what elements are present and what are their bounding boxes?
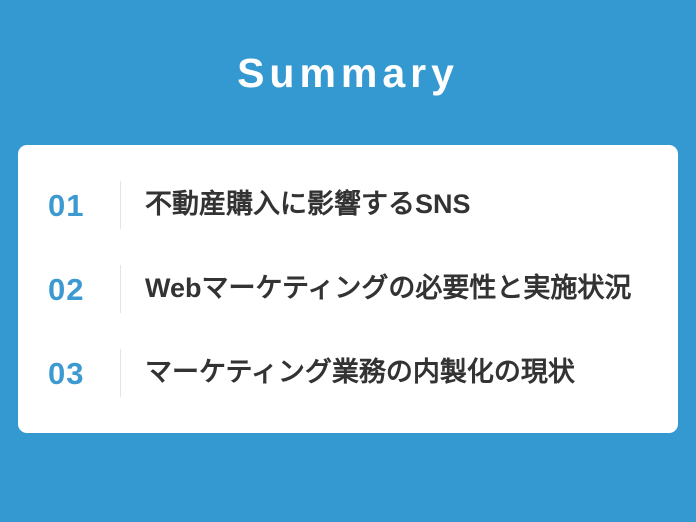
- list-item-number: 03: [48, 355, 85, 391]
- list-item: 02 Webマーケティングの必要性と実施状況: [48, 247, 678, 331]
- list-item-label: 不動産購入に影響するSNS: [145, 189, 471, 220]
- summary-slide: Summary 01 不動産購入に影響するSNS 02 Webマーケティングの必…: [0, 0, 696, 522]
- list-item-number: 01: [48, 187, 85, 223]
- list-item-number: 02: [48, 271, 85, 307]
- list-item-label: マーケティング業務の内製化の現状: [145, 357, 575, 388]
- list-item: 03 マーケティング業務の内製化の現状: [48, 331, 678, 415]
- list-item-divider: [120, 349, 121, 397]
- list-item-label: Webマーケティングの必要性と実施状況: [145, 273, 632, 304]
- summary-card: 01 不動産購入に影響するSNS 02 Webマーケティングの必要性と実施状況 …: [18, 145, 678, 433]
- list-item-divider: [120, 181, 121, 229]
- page-title: Summary: [237, 50, 459, 96]
- list-item: 01 不動産購入に影響するSNS: [48, 163, 678, 247]
- list-item-divider: [120, 265, 121, 313]
